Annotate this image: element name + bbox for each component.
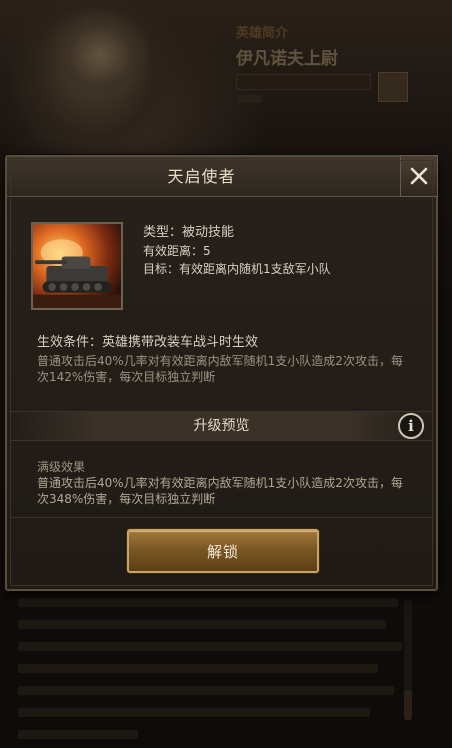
skill-dialog: 天启使者 类型：被动技能 有效距离：5 目标：有效距离内随机1支敌军小队 生效条…	[5, 155, 438, 591]
condition-description: 普通攻击后40%几率对有效距离内敌军随机1支小队造成2次攻击，每次142%伤害，…	[37, 354, 403, 384]
condition-title: 生效条件：英雄携带改装车战斗时生效	[37, 335, 259, 350]
max-effect-title: 满级效果	[37, 460, 86, 474]
close-icon	[410, 167, 428, 185]
hero-name: 伊凡诺夫上尉	[236, 49, 338, 69]
hero-section-title: 英雄简介	[236, 26, 289, 41]
dialog-title: 天启使者	[167, 167, 236, 186]
hero-portrait	[20, 0, 180, 165]
tank-skill-image	[33, 224, 121, 308]
upgrade-preview-bar: 升级预览 i	[11, 411, 432, 441]
dialog-header: 天启使者	[7, 155, 438, 197]
skill-range: 有效距离：5	[143, 244, 211, 258]
unlock-button[interactable]: 解锁	[127, 529, 319, 573]
info-icon: i	[408, 417, 414, 435]
info-button[interactable]: i	[398, 413, 424, 439]
upgrade-preview-title: 升级预览	[193, 418, 250, 434]
skill-target: 目标：有效距离内随机1支敌军小队	[143, 262, 331, 276]
skill-image	[31, 222, 123, 310]
background-description	[18, 598, 418, 748]
skill-type: 类型：被动技能	[143, 225, 235, 240]
hero-progress-bar	[236, 74, 371, 90]
max-effect-description: 普通攻击后40%几率对有效距离内敌军随机1支小队造成2次攻击，每次348%伤害，…	[37, 476, 403, 506]
hero-level-text	[238, 95, 262, 103]
hero-add-button	[378, 72, 408, 102]
close-button[interactable]	[400, 155, 438, 197]
background-scrollbar-thumb	[404, 690, 412, 720]
divider	[11, 517, 432, 518]
skill-info: 类型：被动技能 有效距离：5 目标：有效距离内随机1支敌军小队	[143, 223, 331, 278]
